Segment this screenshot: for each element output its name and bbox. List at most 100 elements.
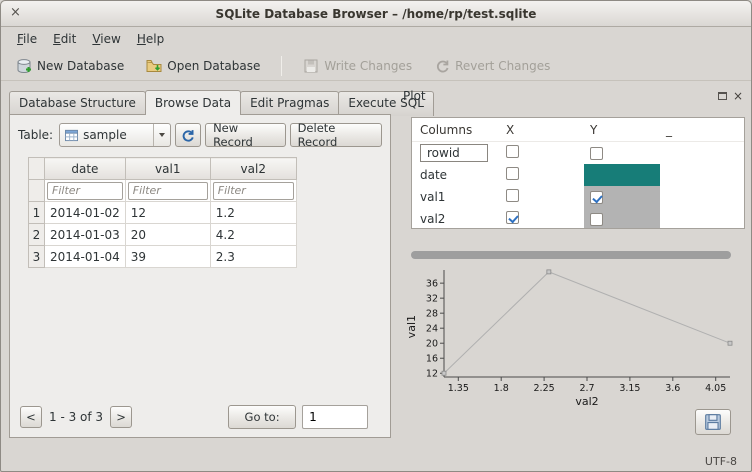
delete-record-button[interactable]: Delete Record bbox=[290, 123, 382, 147]
column-name-rowid[interactable]: rowid bbox=[420, 144, 488, 162]
horizontal-scrollbar bbox=[411, 251, 743, 259]
header-y: Y bbox=[584, 118, 660, 141]
svg-text:3.6: 3.6 bbox=[665, 383, 680, 394]
save-plot-button[interactable] bbox=[695, 409, 731, 435]
table-row: 1 2014-01-02 12 1.2 bbox=[29, 202, 297, 224]
y-checkbox-val2[interactable] bbox=[590, 213, 603, 226]
revert-changes-icon bbox=[434, 58, 450, 74]
svg-text:4.05: 4.05 bbox=[705, 383, 726, 394]
filter-input-val2[interactable] bbox=[213, 182, 294, 200]
table-select[interactable]: sample bbox=[59, 123, 171, 147]
plot-column-row-val1: val1 bbox=[412, 186, 744, 208]
next-page-button[interactable]: > bbox=[110, 406, 132, 428]
cell-val2[interactable]: 4.2 bbox=[210, 224, 296, 246]
table-select-value: sample bbox=[83, 128, 127, 142]
tab-database-structure[interactable]: Database Structure bbox=[9, 91, 146, 116]
row-number[interactable]: 1 bbox=[29, 202, 45, 224]
plot-column-row-date: date bbox=[412, 164, 744, 186]
column-header-date[interactable]: date bbox=[45, 158, 126, 180]
new-database-button[interactable]: New Database bbox=[7, 54, 133, 78]
row-number[interactable]: 3 bbox=[29, 246, 45, 268]
header-columns: Columns bbox=[412, 123, 500, 137]
table-label: Table: bbox=[18, 128, 53, 142]
column-header-val1[interactable]: val1 bbox=[125, 158, 210, 180]
scrollbar-thumb[interactable] bbox=[411, 251, 731, 259]
app-window: { "window": { "title": "SQLite Database … bbox=[0, 0, 752, 472]
svg-text:1.35: 1.35 bbox=[448, 383, 469, 394]
plot-column-row-rowid: rowid bbox=[412, 142, 744, 164]
table-row: 2 2014-01-03 20 4.2 bbox=[29, 224, 297, 246]
x-checkbox-rowid[interactable] bbox=[506, 145, 519, 158]
dock-close-icon[interactable]: × bbox=[733, 90, 743, 102]
open-database-button[interactable]: Open Database bbox=[137, 54, 269, 78]
header-extra: _ bbox=[660, 123, 744, 137]
svg-text:3.15: 3.15 bbox=[619, 383, 640, 394]
column-header-val2[interactable]: val2 bbox=[210, 158, 296, 180]
tab-edit-pragmas[interactable]: Edit Pragmas bbox=[240, 91, 339, 116]
toolbar-separator bbox=[281, 56, 282, 76]
cell-val1[interactable]: 20 bbox=[125, 224, 210, 246]
y-checkbox-val1[interactable] bbox=[590, 191, 603, 204]
column-name-date[interactable]: date bbox=[412, 168, 500, 182]
svg-text:2.25: 2.25 bbox=[534, 383, 555, 394]
svg-text:2.7: 2.7 bbox=[579, 383, 594, 394]
filter-input-val1[interactable] bbox=[128, 182, 208, 200]
goto-button[interactable]: Go to: bbox=[228, 405, 296, 429]
undock-icon[interactable] bbox=[718, 92, 727, 100]
tab-browse-data[interactable]: Browse Data bbox=[145, 90, 241, 115]
browse-data-panel: Table: sample bbox=[9, 114, 391, 438]
write-changes-label: Write Changes bbox=[324, 59, 412, 73]
svg-text:20: 20 bbox=[426, 339, 438, 350]
column-name-val1[interactable]: val1 bbox=[412, 190, 500, 204]
table-controls: Table: sample bbox=[10, 115, 390, 147]
new-database-icon bbox=[16, 58, 32, 74]
menu-file[interactable]: File bbox=[9, 29, 45, 49]
open-database-icon bbox=[146, 58, 162, 74]
record-range-label: 1 - 3 of 3 bbox=[49, 410, 103, 424]
plot-column-row-val2: val2 bbox=[412, 208, 744, 229]
filter-input-date[interactable] bbox=[47, 182, 123, 200]
svg-text:32: 32 bbox=[426, 294, 438, 305]
menubar: File Edit View Help bbox=[1, 27, 751, 51]
open-database-label: Open Database bbox=[167, 59, 260, 73]
record-navigation: < 1 - 3 of 3 > Go to: bbox=[20, 405, 368, 429]
menu-edit[interactable]: Edit bbox=[45, 29, 84, 49]
cell-val1[interactable]: 12 bbox=[125, 202, 210, 224]
header-x: X bbox=[500, 123, 584, 137]
window-titlebar: × SQLite Database Browser – /home/rp/tes… bbox=[1, 1, 751, 27]
goto-input[interactable] bbox=[302, 405, 368, 429]
row-number[interactable]: 2 bbox=[29, 224, 45, 246]
main-area: Database Structure Browse Data Edit Prag… bbox=[1, 83, 751, 451]
cell-val2[interactable]: 2.3 bbox=[210, 246, 296, 268]
y-checkbox-rowid[interactable] bbox=[590, 147, 603, 160]
svg-text:28: 28 bbox=[426, 309, 438, 320]
menu-view[interactable]: View bbox=[84, 29, 128, 49]
data-grid: date val1 val2 1 2014-01-02 12 1.2 bbox=[28, 157, 297, 268]
table-row: 3 2014-01-04 39 2.3 bbox=[29, 246, 297, 268]
window-close-icon[interactable]: × bbox=[10, 5, 21, 21]
column-name-val2[interactable]: val2 bbox=[412, 212, 500, 226]
cell-date[interactable]: 2014-01-03 bbox=[45, 224, 126, 246]
line-chart: 121620242832361.351.82.252.73.153.64.05 bbox=[418, 265, 740, 395]
toolbar: New Database Open Database Write Changes bbox=[1, 51, 751, 81]
x-checkbox-val1[interactable] bbox=[506, 189, 519, 202]
previous-page-button[interactable]: < bbox=[20, 406, 42, 428]
new-record-button[interactable]: New Record bbox=[205, 123, 285, 147]
y-cell-date-selected[interactable] bbox=[584, 164, 660, 186]
x-checkbox-val2[interactable] bbox=[506, 211, 519, 224]
cell-date[interactable]: 2014-01-02 bbox=[45, 202, 126, 224]
tab-bar: Database Structure Browse Data Edit Prag… bbox=[9, 91, 433, 116]
cell-val1[interactable]: 39 bbox=[125, 246, 210, 268]
x-checkbox-date[interactable] bbox=[506, 167, 519, 180]
refresh-button[interactable] bbox=[175, 123, 201, 147]
svg-text:16: 16 bbox=[426, 354, 438, 365]
svg-text:12: 12 bbox=[426, 369, 438, 380]
cell-date[interactable]: 2014-01-04 bbox=[45, 246, 126, 268]
cell-val2[interactable]: 1.2 bbox=[210, 202, 296, 224]
window-title: SQLite Database Browser – /home/rp/test.… bbox=[216, 7, 537, 21]
revert-changes-label: Revert Changes bbox=[455, 59, 550, 73]
filter-row bbox=[29, 180, 297, 202]
encoding-label: UTF-8 bbox=[705, 455, 737, 468]
y-axis-label: val1 bbox=[405, 315, 418, 338]
menu-help[interactable]: Help bbox=[129, 29, 172, 49]
